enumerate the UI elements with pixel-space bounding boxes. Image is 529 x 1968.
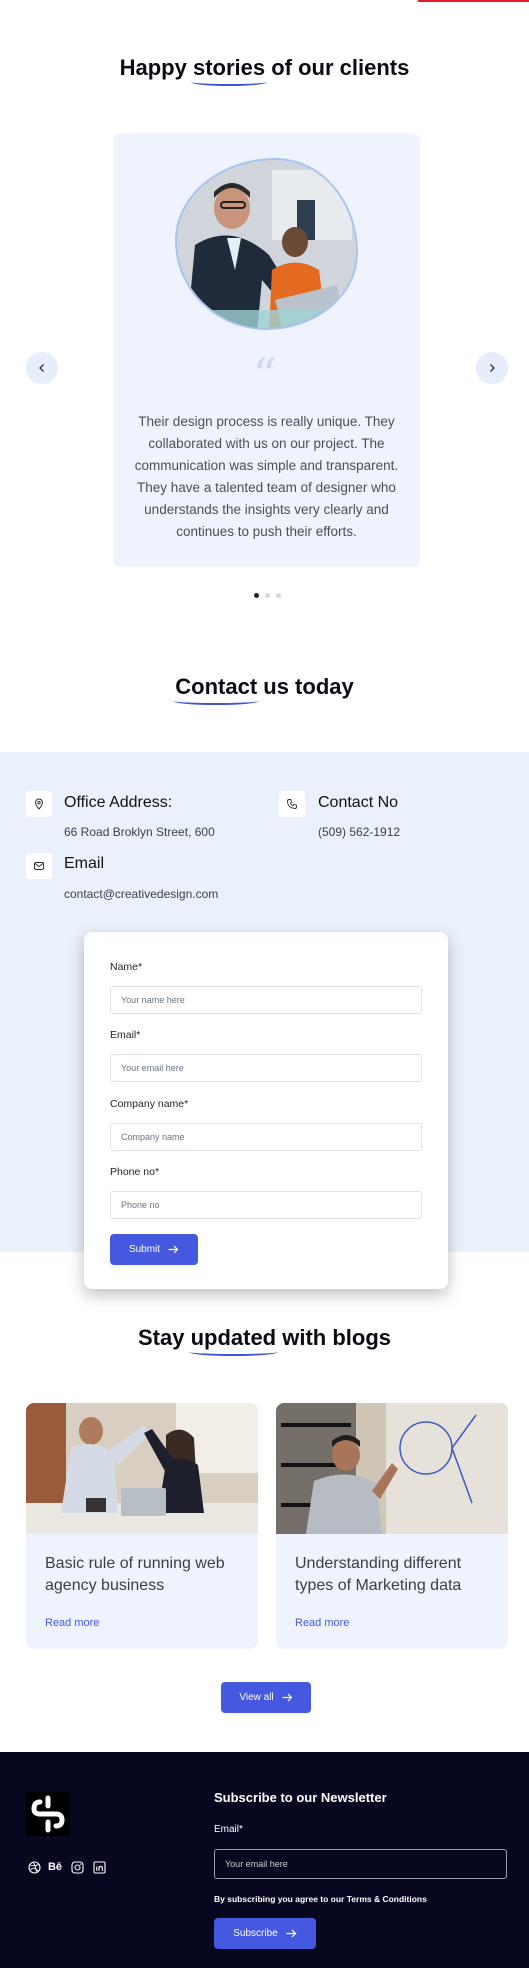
blog-title[interactable]: Basic rule of running web agency busines… [45,1553,245,1597]
instagram-icon[interactable] [69,1859,85,1875]
submit-button[interactable]: Submit [110,1234,198,1265]
newsletter-email-input[interactable] [214,1849,507,1879]
name-label: Name* [110,961,143,973]
heading-highlight: stories [190,55,268,86]
view-all-button[interactable]: View all [221,1682,311,1713]
testimonial-text: Their design process is really unique. T… [134,414,399,539]
company-input[interactable] [110,1123,422,1151]
top-accent-line [418,0,529,2]
heading-text: with blogs [276,1325,392,1350]
phone-label: Phone no* [110,1166,160,1178]
blog-image [276,1403,508,1534]
subscribe-label: Subscribe [233,1928,278,1939]
heading-highlight: updated [188,1325,278,1356]
contact-heading: Contact us today [0,674,529,705]
footer: Bē Subscribe to our Newsletter Email* By… [0,1752,529,1968]
heading-text: us today [257,674,354,699]
slider-dot-active[interactable] [254,593,259,598]
brand-logo-icon[interactable] [26,1792,70,1836]
quote-icon: “ [252,348,277,404]
read-more-link[interactable]: Read more [45,1617,99,1629]
email-value[interactable]: contact@creativedesign.com [64,887,218,901]
subscribe-button[interactable]: Subscribe [214,1918,316,1949]
blog-card[interactable]: Basic rule of running web agency busines… [26,1403,258,1649]
slider-dot[interactable] [265,593,270,598]
contact-form: Name* Email* Company name* Phone no* Sub… [84,932,448,1289]
view-all-label: View all [239,1692,274,1703]
slider-dots [254,593,281,598]
blogs-heading: Stay updated with blogs [0,1325,529,1356]
blog-card[interactable]: Understanding different types of Marketi… [276,1403,508,1649]
email-input[interactable] [110,1054,422,1082]
behance-icon[interactable]: Bē [47,1859,63,1875]
blog-title[interactable]: Understanding different types of Marketi… [295,1553,495,1597]
phone-input[interactable] [110,1191,422,1219]
submit-label: Submit [128,1244,161,1255]
newsletter-email-label: Email* [214,1824,243,1835]
contact-no-title: Contact No [318,794,399,811]
arrow-right-icon [168,1245,179,1254]
newsletter-title: Subscribe to our Newsletter [214,1790,387,1805]
heading-highlight: Contact [173,674,260,705]
linkedin-icon[interactable] [91,1859,107,1875]
name-input[interactable] [110,986,422,1014]
email-title: Email [64,855,105,872]
phone-icon [279,791,305,817]
dribbble-icon[interactable] [26,1859,42,1875]
slider-dot[interactable] [276,593,281,598]
email-label: Email* [110,1029,141,1041]
office-address-value: 66 Road Broklyn Street, 600 [64,825,215,839]
company-label: Company name* [110,1098,189,1110]
blog-image [26,1403,258,1534]
heading-text: of our clients [265,55,410,80]
mail-icon [26,853,52,879]
read-more-link[interactable]: Read more [295,1617,349,1629]
heading-text: Stay [137,1325,191,1350]
arrow-right-icon [286,1929,297,1938]
location-pin-icon [26,791,52,817]
terms-text[interactable]: By subscribing you agree to our Terms & … [214,1894,427,1904]
testimonials-heading: Happy stories of our clients [0,55,529,86]
client-photo [175,158,358,330]
contact-no-value: (509) 562-1912 [318,825,401,839]
arrow-right-icon [282,1693,292,1702]
office-address-title: Office Address: [64,794,173,811]
heading-text: Happy [119,55,193,80]
